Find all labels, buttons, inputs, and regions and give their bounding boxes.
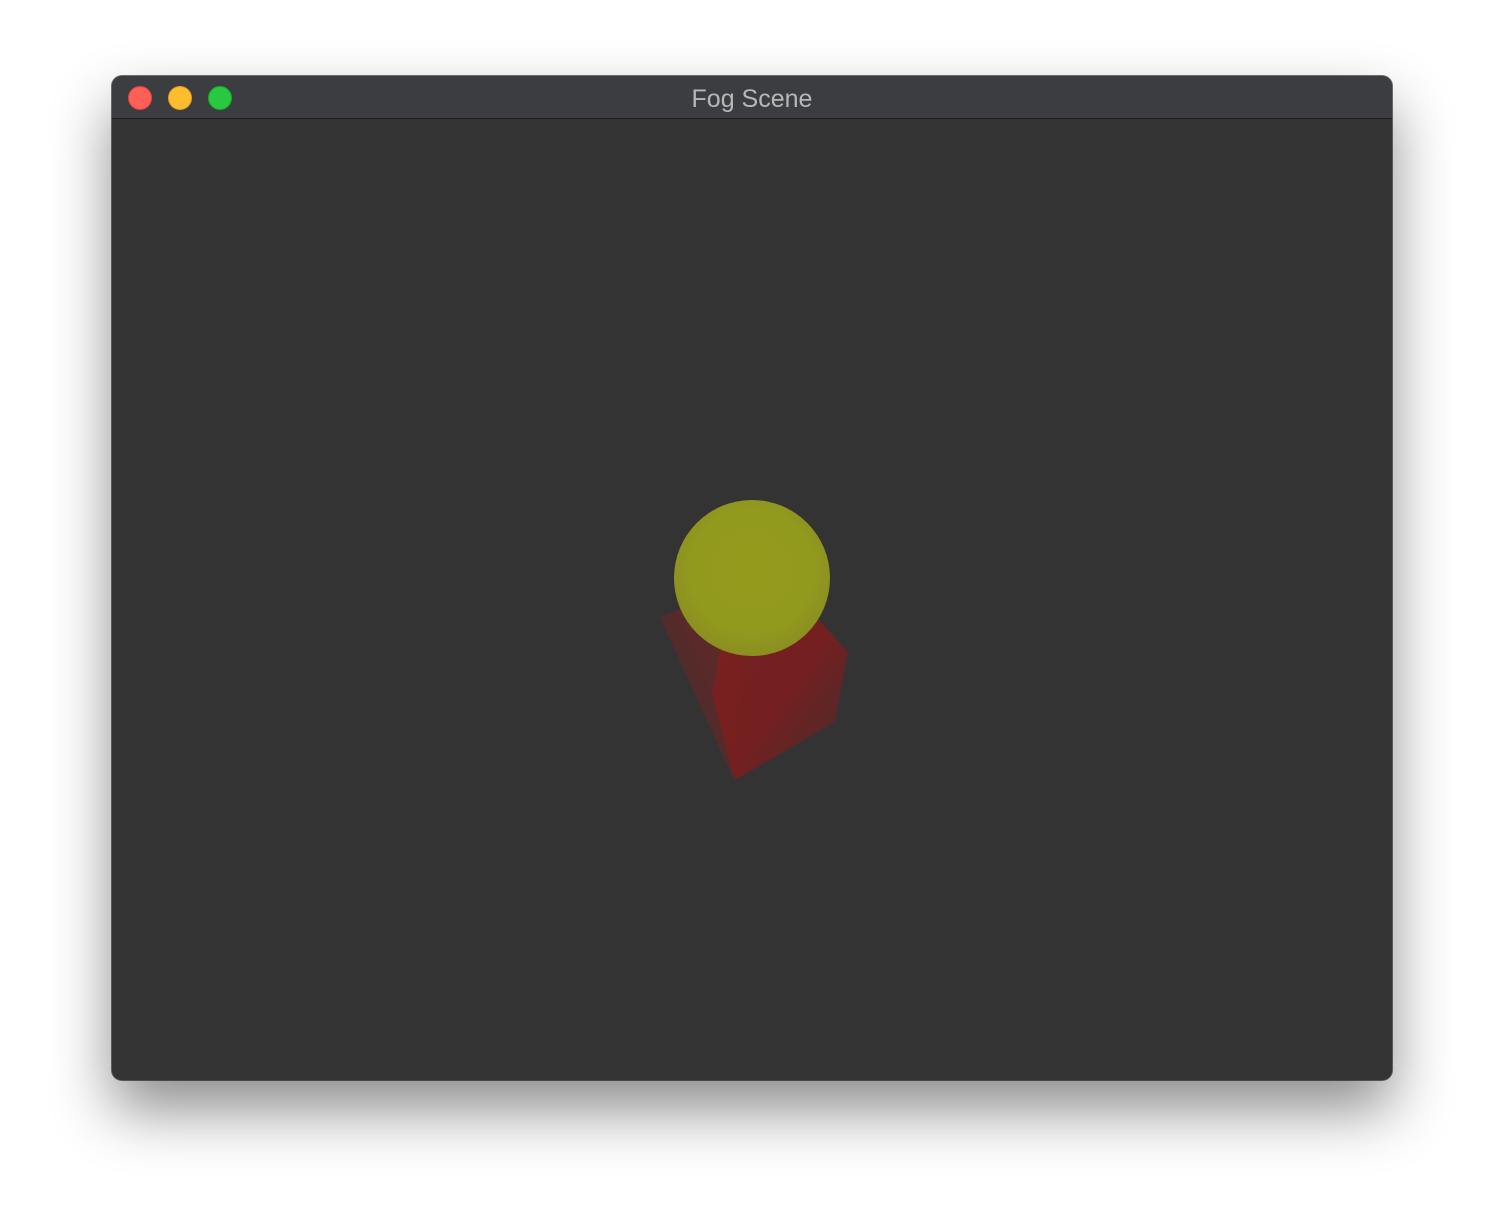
sphere-shape bbox=[674, 500, 830, 656]
render-viewport[interactable] bbox=[112, 119, 1392, 1080]
scene-canvas bbox=[660, 500, 848, 780]
sphere-object bbox=[674, 500, 830, 656]
window-title: Fog Scene bbox=[691, 85, 813, 113]
title-bar[interactable]: Fog Scene bbox=[112, 76, 1392, 119]
app-window: Fog Scene bbox=[112, 76, 1392, 1080]
